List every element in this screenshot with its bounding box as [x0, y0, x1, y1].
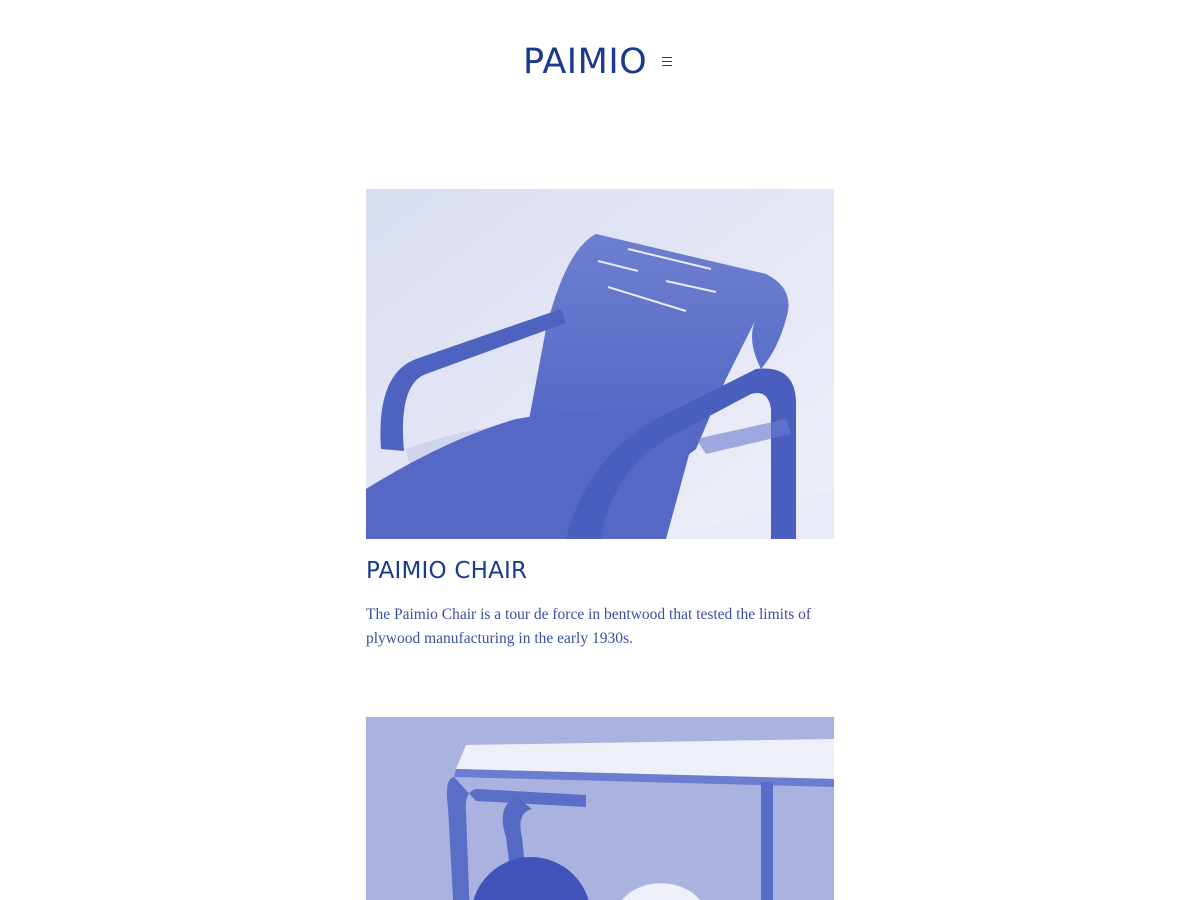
product-title[interactable]: PAIMIO CHAIR	[366, 555, 834, 587]
hamburger-menu-icon[interactable]	[660, 54, 674, 68]
site-header: PAIMIO	[0, 38, 1200, 88]
product-description: The Paimio Chair is a tour de force in b…	[366, 606, 812, 647]
product-card-paimio-chair[interactable]: PAIMIO CHAIR The Paimio Chair is a tour …	[366, 189, 834, 651]
site-logo[interactable]: PAIMIO	[523, 40, 647, 84]
product-card-tea-trolley[interactable]	[366, 717, 834, 900]
paimio-chair-image[interactable]	[366, 189, 834, 539]
tea-trolley-image[interactable]	[366, 717, 834, 900]
